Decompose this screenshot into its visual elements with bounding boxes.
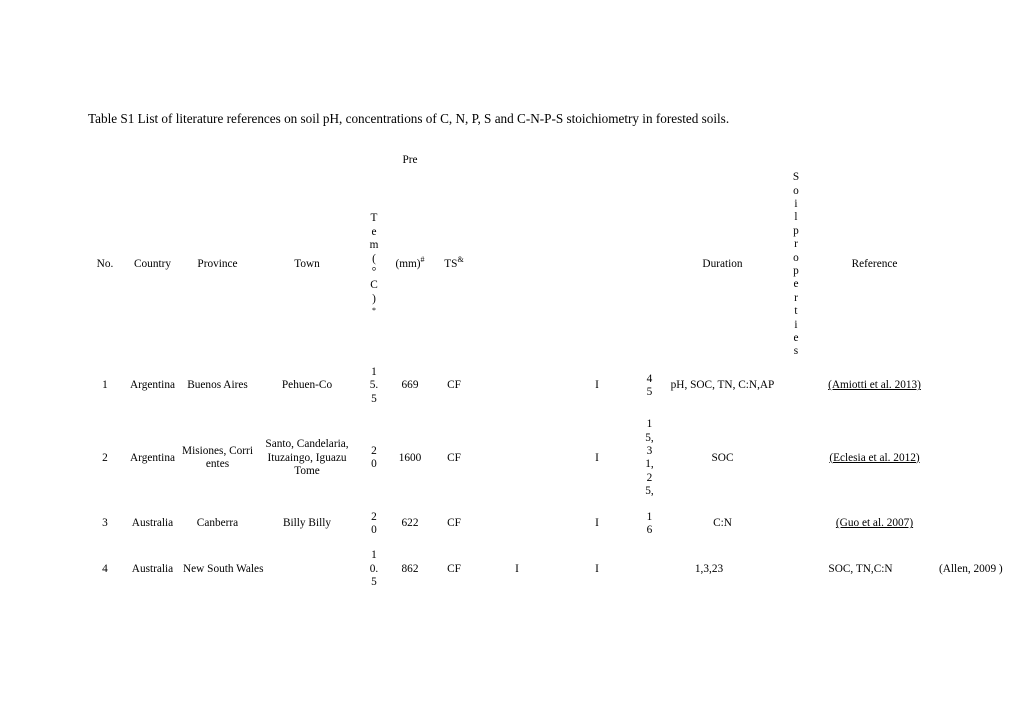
cell-soil-properties: SOC xyxy=(711,451,734,464)
header-province: Province xyxy=(197,258,238,271)
cell-precipitation: 862 xyxy=(401,562,419,575)
cell-duration-stack: 16 xyxy=(646,510,653,537)
header-temperature: Te m(° C) * xyxy=(360,170,388,360)
table-group-header-row: Pre xyxy=(86,148,939,170)
cell-temperature: 20 xyxy=(360,505,388,544)
cell-no: 1 xyxy=(102,379,108,392)
table-row: 3 Australia Canberra Billy Billy 20 622 … xyxy=(86,505,939,544)
cell-duration: 45 xyxy=(636,360,663,412)
cell-treatment: I xyxy=(595,451,599,464)
cell-duration: 1,3,23 xyxy=(694,562,724,575)
cell-province: Buenos Aires xyxy=(187,379,248,392)
table-row: 4 Australia New South Wales 1 0. 5 862 CF … xyxy=(86,543,1003,595)
cell-temperature: 20 xyxy=(360,412,388,504)
cell-temperature-stack: 1 5. 5 xyxy=(369,366,379,405)
cell-treatment: I xyxy=(595,517,599,530)
header-temperature-stack: Te m(° C) * xyxy=(369,212,379,316)
header-ts-mark: & xyxy=(457,255,464,265)
cell-precipitation: 1600 xyxy=(398,451,422,464)
cell-ts: CF xyxy=(447,379,461,392)
table-container: Pre No. Country Province Town Te m(° C) * (… xyxy=(86,148,1003,596)
cell-no: 3 xyxy=(102,517,108,530)
header-blank-2 xyxy=(558,170,636,360)
reference-link[interactable]: (Guo et al. 2007) xyxy=(836,517,913,529)
cell-reference: (Amiotti et al. 2013) xyxy=(810,360,939,412)
cell-province: Misiones, Corrientes xyxy=(182,445,253,471)
cell-duration: 1 5, 3 1, 2 5, xyxy=(636,412,663,504)
table-header-row: No. Country Province Town Te m(° C) * (mm)#… xyxy=(86,170,939,360)
header-ts: TS& xyxy=(432,170,476,360)
table-row: 1 Argentina Buenos Aires Pehuen-Co 1 5. 5 … xyxy=(86,360,939,412)
cell-temperature: 1 0. 5 xyxy=(360,543,388,595)
header-country: Country xyxy=(133,258,172,271)
cell-country: Argentina xyxy=(130,451,175,464)
cell-town: Santo, Candelaria, Ituzaingo, Iguazu Tom… xyxy=(265,438,349,478)
cell-treatment: I xyxy=(595,562,599,575)
header-blank-1 xyxy=(476,170,558,360)
cell-precipitation: 622 xyxy=(401,517,419,530)
reference-text: (Allen, 2009 ) xyxy=(939,562,1003,575)
cell-temperature-stack: 20 xyxy=(371,510,377,537)
header-duration: Duration xyxy=(702,258,743,271)
cell-blank-1: I xyxy=(515,562,519,575)
table-row: 2 Argentina Misiones, Corrientes Santo, … xyxy=(86,412,939,504)
header-blank-3 xyxy=(636,170,663,360)
table-caption: Table S1 List of literature references o… xyxy=(88,111,730,126)
cell-temperature-stack: 20 xyxy=(371,445,377,471)
cell-blank-1 xyxy=(476,505,558,544)
header-ts-text: TS xyxy=(444,258,458,271)
cell-duration-stack: 45 xyxy=(646,372,653,399)
header-precipitation-mark: # xyxy=(420,255,425,265)
header-precipitation: (mm)# xyxy=(388,170,432,360)
cell-no: 2 xyxy=(102,451,108,464)
cell-soil-properties: SOC, TN,C:N xyxy=(828,562,893,575)
cell-soil-spacer xyxy=(782,505,810,544)
cell-ts: CF xyxy=(447,517,461,530)
cell-reference: (Eclesia et al. 2012) xyxy=(810,412,939,504)
reference-link[interactable]: (Eclesia et al. 2012) xyxy=(829,452,919,464)
literature-reference-table: Pre No. Country Province Town Te m(° C) * (… xyxy=(86,148,1003,596)
cell-soil-properties: pH, SOC, TN, C:N,AP xyxy=(670,379,775,392)
cell-country: Australia xyxy=(131,562,174,575)
header-precipitation-text: (mm) xyxy=(395,258,421,271)
cell-temperature: 1 5. 5 xyxy=(360,360,388,412)
cell-blank-1 xyxy=(476,360,558,412)
cell-country: Argentina xyxy=(130,379,175,392)
header-reference: Reference xyxy=(851,258,898,271)
header-soil-properties-stack: Soilproperties xyxy=(792,171,800,358)
header-no: No. xyxy=(96,258,114,271)
reference-link[interactable]: (Amiotti et al. 2013) xyxy=(828,379,921,391)
cell-town: Billy Billy xyxy=(282,517,332,530)
cell-no: 4 xyxy=(102,562,108,575)
cell-reference: (Guo et al. 2007) xyxy=(810,505,939,544)
header-pre: Pre xyxy=(402,153,418,166)
cell-temperature-stack: 1 0. 5 xyxy=(369,549,379,589)
cell-ts: CF xyxy=(447,451,461,464)
header-town: Town xyxy=(294,258,320,271)
cell-duration: 16 xyxy=(636,505,663,544)
cell-treatment: I xyxy=(595,379,599,392)
cell-soil-spacer xyxy=(782,360,810,412)
cell-duration-stack: 1 5, 3 1, 2 5, xyxy=(645,418,654,498)
cell-province: Canberra xyxy=(196,517,239,530)
cell-soil-spacer xyxy=(782,412,810,504)
cell-ts: CF xyxy=(447,562,461,575)
header-soil-properties: Soilproperties xyxy=(782,170,810,360)
document-page: Table S1 List of literature references o… xyxy=(0,0,1020,720)
cell-soil-properties: C:N xyxy=(713,517,732,530)
cell-town: Pehuen-Co xyxy=(281,379,333,392)
cell-province: New South Wales xyxy=(183,562,264,575)
cell-precipitation: 669 xyxy=(401,379,419,392)
cell-country: Australia xyxy=(131,517,174,530)
cell-blank-1 xyxy=(476,412,558,504)
